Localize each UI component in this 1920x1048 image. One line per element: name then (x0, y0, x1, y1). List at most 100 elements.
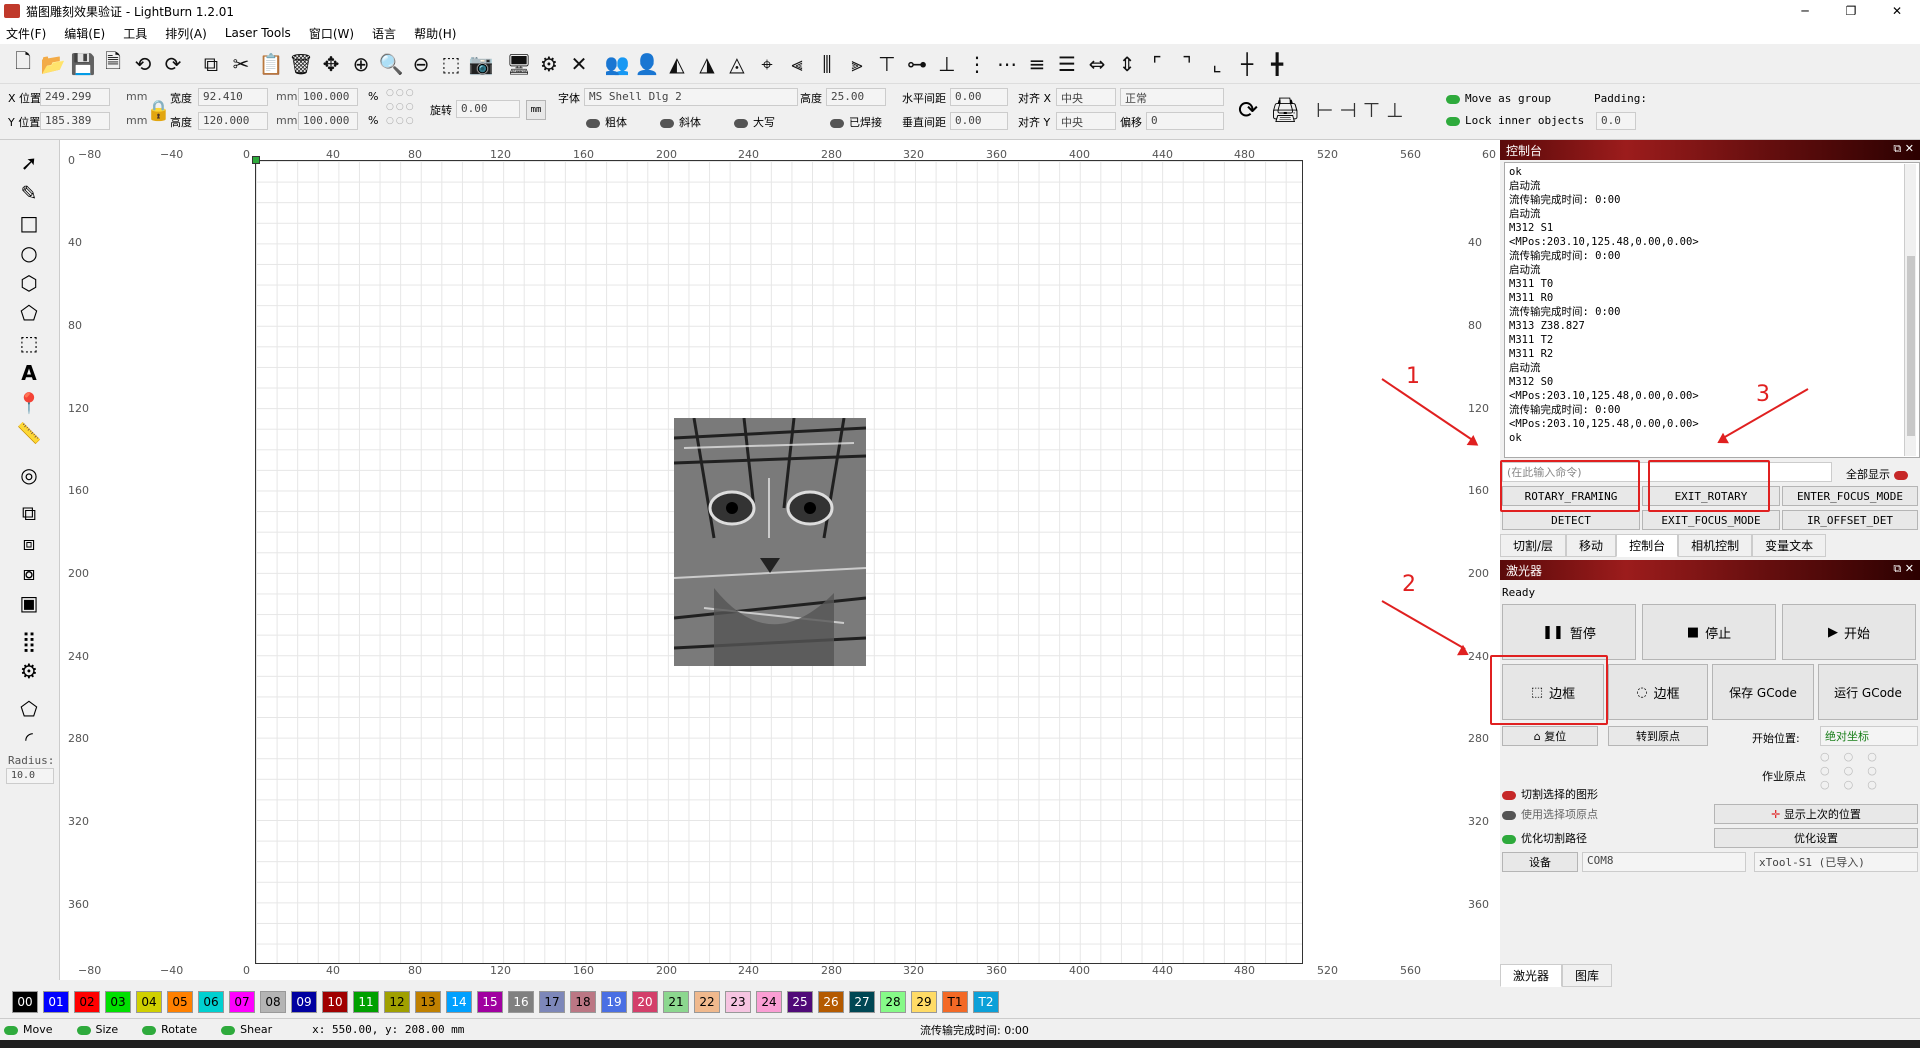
palette-swatch-28[interactable]: 28 (880, 991, 906, 1013)
position-pin-icon[interactable]: 📍 (14, 390, 44, 416)
move-icon[interactable]: ✥ (316, 49, 346, 79)
lock-icon[interactable]: 🔒 (146, 98, 171, 122)
mirror-icon[interactable]: ◮ (692, 49, 722, 79)
palette-swatch-24[interactable]: 24 (756, 991, 782, 1013)
palette-swatch-t2[interactable]: T2 (973, 991, 999, 1013)
monitor-icon[interactable]: 🖥 (504, 49, 534, 79)
tab-variable-text[interactable]: 变量文本 (1752, 534, 1827, 557)
palette-swatch-11[interactable]: 11 (353, 991, 379, 1013)
ruler-icon[interactable]: 📏 (14, 420, 44, 446)
unit-toggle-button[interactable]: mm (526, 100, 546, 120)
start-from-select[interactable]: 绝对坐标 (1820, 726, 1918, 746)
offset-icon[interactable]: ◎ (14, 462, 44, 488)
stop-button[interactable]: ■ 停止 (1642, 604, 1776, 660)
tab-camera-control[interactable]: 相机控制 (1678, 534, 1753, 557)
cut-icon[interactable]: ✂ (226, 49, 256, 79)
macro-exit-focus-button[interactable]: EXIT_FOCUS_MODE (1642, 510, 1780, 530)
align-top-icon[interactable]: ⊤ (872, 49, 902, 79)
undo-icon[interactable]: ⟲ (128, 49, 158, 79)
show-last-position-button[interactable]: ✛ 显示上次的位置 (1714, 804, 1918, 824)
zoom-fit-icon[interactable]: ⊕ (346, 49, 376, 79)
x-position-field[interactable]: 249.299 (40, 88, 110, 106)
palette-swatch-27[interactable]: 27 (849, 991, 875, 1013)
save-as-icon[interactable]: 🗎 (98, 49, 128, 79)
job-origin-radio-grid[interactable]: ○○○ ○○○ ○○○ (1820, 750, 1900, 794)
rotate-field[interactable]: 0.00 (456, 100, 520, 118)
frame-rubberband-button[interactable]: ◌ 边框 (1608, 664, 1708, 720)
width-field[interactable]: 92.410 (198, 88, 268, 106)
upper-toggle[interactable] (734, 118, 748, 128)
redo-icon[interactable]: ⟳ (158, 49, 188, 79)
welded-toggle[interactable] (830, 118, 844, 128)
camera-icon[interactable]: 📷 (466, 49, 496, 79)
status-move-toggle[interactable] (4, 1025, 18, 1035)
tab-cuts-layers[interactable]: 切割/层 (1500, 534, 1567, 557)
palette-swatch-10[interactable]: 10 (322, 991, 348, 1013)
palette-swatch-14[interactable]: 14 (446, 991, 472, 1013)
distribute-icon[interactable]: ⋮ (962, 49, 992, 79)
zoom-in-icon[interactable]: 🔍 (376, 49, 406, 79)
save-gcode-button[interactable]: 保存 GCode (1712, 664, 1814, 720)
boolean-union-icon[interactable]: ⧉ (14, 500, 44, 526)
hspace-field[interactable]: 0.00 (950, 88, 1008, 106)
width-percent-field[interactable]: 100.000 (298, 88, 358, 106)
text-icon[interactable]: A (14, 360, 44, 386)
flip-v-icon[interactable]: ◬ (722, 49, 752, 79)
alignx-select[interactable]: 中央 (1056, 88, 1116, 106)
status-rotate-toggle[interactable] (142, 1025, 157, 1035)
minimize-button[interactable]: ─ (1782, 0, 1828, 22)
menu-laser-tools[interactable]: Laser Tools (225, 26, 291, 40)
italic-toggle[interactable] (660, 118, 674, 128)
menu-file[interactable]: 文件(F) (6, 25, 46, 42)
paste-icon[interactable]: 📋 (256, 49, 286, 79)
palette-swatch-05[interactable]: 05 (167, 991, 193, 1013)
tools-icon[interactable]: ✕ (564, 49, 594, 79)
grid-array-icon[interactable]: ⣿ (14, 628, 44, 654)
console-output[interactable]: ok 启动流 流传输完成时间: 0:00 启动流 M312 S1 <MPos:203.10… (1504, 162, 1920, 458)
optimize-settings-button[interactable]: 优化设置 (1714, 828, 1918, 848)
ungroup-icon[interactable]: 👤 (632, 49, 662, 79)
engraving-cat-image[interactable] (674, 418, 866, 666)
corner-bl-icon[interactable]: ⌞ (1202, 49, 1232, 79)
pen-icon[interactable]: ✎ (14, 180, 44, 206)
menu-arrange[interactable]: 排列(A) (165, 25, 207, 42)
settings-gear-icon[interactable]: ⚙ (534, 49, 564, 79)
palette-swatch-22[interactable]: 22 (694, 991, 720, 1013)
corner-tr-icon[interactable]: ⌝ (1172, 49, 1202, 79)
optimize-path-toggle[interactable] (1502, 834, 1516, 844)
equal-w-icon[interactable]: ⇔ (1082, 49, 1112, 79)
boolean-diff-icon[interactable]: ⧈ (14, 530, 44, 556)
palette-swatch-t1[interactable]: T1 (942, 991, 968, 1013)
pentagon-icon[interactable]: ⬠ (14, 300, 44, 326)
palette-swatch-01[interactable]: 01 (43, 991, 69, 1013)
cut-selected-toggle[interactable] (1502, 790, 1516, 800)
align-vcenter-icon[interactable]: ⊶ (902, 49, 932, 79)
goto-origin-button[interactable]: 转到原点 (1608, 726, 1708, 746)
palette-swatch-29[interactable]: 29 (911, 991, 937, 1013)
zoom-frame-icon[interactable]: ⬚ (436, 49, 466, 79)
rectangle-icon[interactable]: □ (14, 210, 44, 236)
palette-swatch-15[interactable]: 15 (477, 991, 503, 1013)
circular-array-icon[interactable]: ⚙ (14, 658, 44, 684)
use-selection-origin-toggle[interactable] (1502, 810, 1516, 820)
laser-machine-icon[interactable]: 🖨 (1270, 96, 1300, 124)
device-select[interactable]: xTool-S1 (已导入) (1754, 852, 1918, 872)
home-button[interactable]: ⌂ 复位 (1502, 726, 1598, 746)
run-gcode-button[interactable]: 运行 GCode (1818, 664, 1918, 720)
palette-swatch-00[interactable]: 00 (12, 991, 38, 1013)
palette-swatch-25[interactable]: 25 (787, 991, 813, 1013)
maximize-button[interactable]: ❐ (1828, 0, 1874, 22)
delete-icon[interactable]: 🗑 (286, 49, 316, 79)
boolean-intersect-icon[interactable]: ⧇ (14, 560, 44, 586)
tab-library[interactable]: 图库 (1562, 964, 1613, 987)
convert-path-icon[interactable]: ⟳ (1238, 96, 1258, 124)
space-v-icon[interactable]: ☰ (1052, 49, 1082, 79)
port-select[interactable]: COM8 (1582, 852, 1746, 872)
lock-inner-toggle[interactable] (1446, 116, 1460, 126)
palette-swatch-03[interactable]: 03 (105, 991, 131, 1013)
menu-language[interactable]: 语言 (372, 25, 396, 42)
palette-swatch-12[interactable]: 12 (384, 991, 410, 1013)
palette-swatch-20[interactable]: 20 (632, 991, 658, 1013)
align-left-icon[interactable]: ⫷ (782, 49, 812, 79)
group-icon[interactable]: 👥 (602, 49, 632, 79)
